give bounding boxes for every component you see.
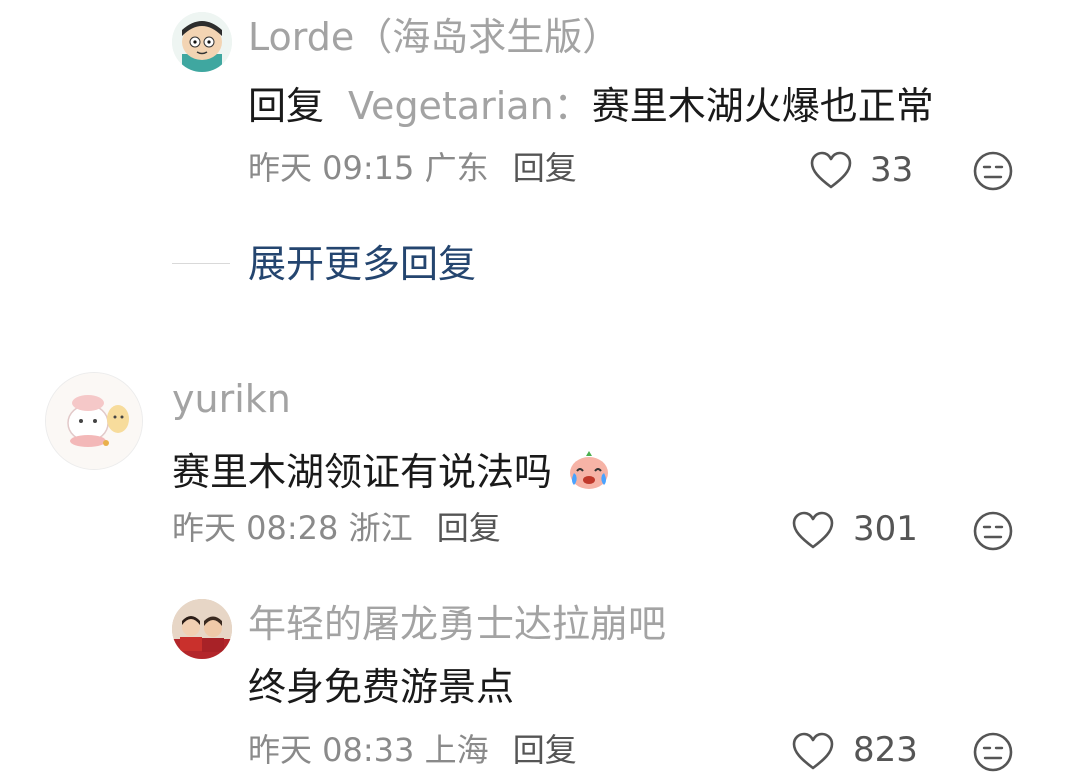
reply-button[interactable]: 回复 (513, 149, 577, 187)
comment-content: 赛里木湖领证有说法吗 (172, 447, 612, 493)
comment-content: 终身免费游景点 (248, 668, 514, 706)
dislike-face-icon[interactable] (972, 731, 1014, 773)
comment-username[interactable]: 年轻的屠龙勇士达拉崩吧 (248, 605, 666, 643)
comment-time: 昨天 09:15 (248, 149, 415, 187)
reply-prefix: 回复 (248, 84, 325, 128)
comment-meta: 昨天 08:33 上海 回复 (248, 734, 577, 766)
comment-username[interactable]: Lorde（海岛求生版） (248, 18, 620, 56)
comment-text: 赛里木湖火爆也正常 (591, 84, 934, 128)
heart-outline-icon[interactable] (791, 731, 835, 771)
avatar-sticker-icon (46, 373, 142, 469)
comment-meta: 昨天 08:28 浙江 回复 (172, 512, 501, 544)
expand-divider (172, 263, 230, 264)
avatar-lorde[interactable] (172, 12, 232, 72)
expand-more-replies-button[interactable]: 展开更多回复 (248, 245, 476, 283)
like-count: 33 (870, 150, 914, 190)
avatar-yurikn[interactable] (45, 372, 143, 470)
reply-button[interactable]: 回复 (513, 731, 577, 769)
comment-location: 上海 (424, 731, 489, 769)
like-count: 301 (853, 509, 918, 549)
crying-face-emoji (570, 451, 609, 489)
reply-content: 回复 Vegetarian：赛里木湖火爆也正常 (248, 87, 934, 125)
comment-location: 浙江 (348, 509, 413, 547)
dislike-face-icon[interactable] (972, 150, 1014, 192)
comment-time: 昨天 08:28 (172, 509, 339, 547)
avatar-cartoon-icon (172, 12, 232, 72)
heart-outline-icon[interactable] (809, 150, 853, 190)
like-count: 823 (853, 730, 918, 770)
comment-text: 终身免费游景点 (248, 665, 515, 709)
comment-time: 昨天 08:33 (248, 731, 415, 769)
avatar-photo-icon (172, 599, 232, 659)
dislike-face-icon[interactable] (972, 510, 1014, 552)
comment-location: 广东 (424, 149, 489, 187)
comment-text: 赛里木湖领证有说法吗 (172, 450, 553, 494)
reply-button[interactable]: 回复 (437, 509, 501, 547)
avatar-dragon-slayer[interactable] (172, 599, 232, 659)
heart-outline-icon[interactable] (791, 510, 835, 550)
comment-username[interactable]: yurikn (172, 380, 291, 418)
reply-target-username[interactable]: Vegetarian： (348, 84, 592, 128)
comment-meta: 昨天 09:15 广东 回复 (248, 152, 577, 184)
